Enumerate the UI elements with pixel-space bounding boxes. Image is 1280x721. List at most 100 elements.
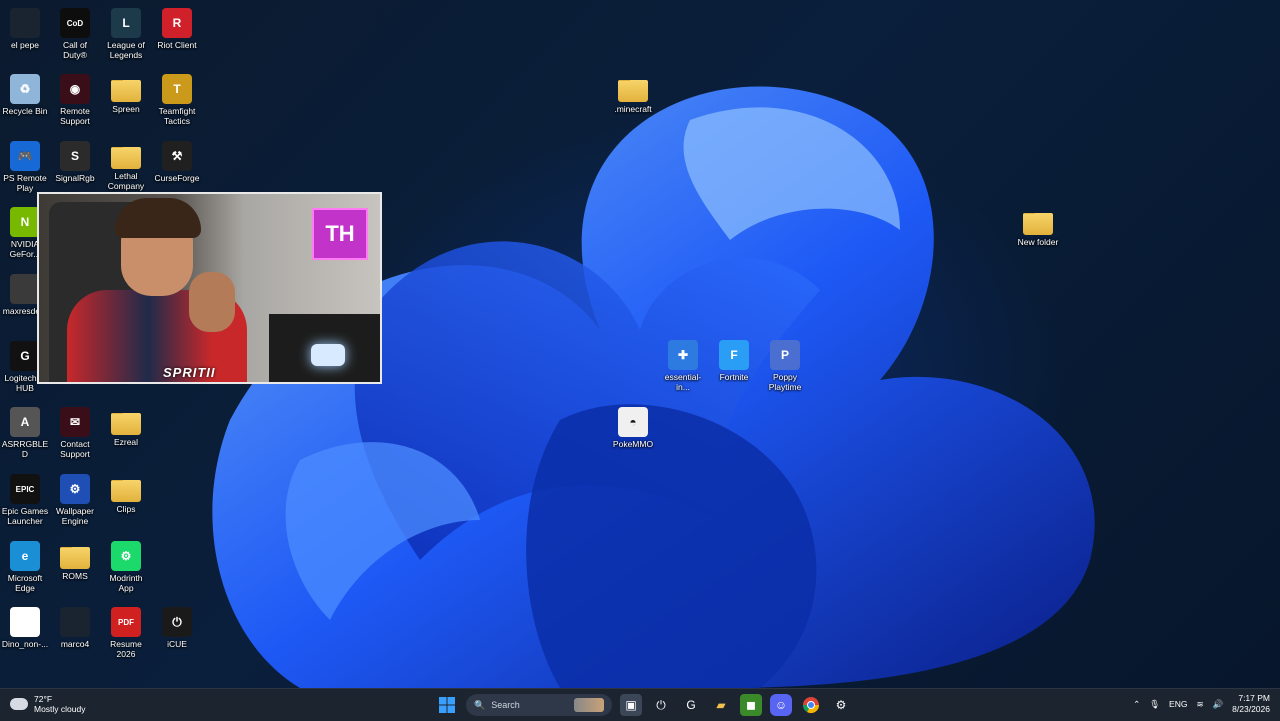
- icue-taskbar-icon[interactable]: ⏻: [650, 694, 672, 716]
- microphone-icon[interactable]: 🎙: [1149, 699, 1160, 710]
- taskbar-search[interactable]: 🔍 Search: [466, 694, 612, 716]
- logitech-g-hub-icon: G: [10, 341, 40, 371]
- folder-icon: [618, 80, 648, 102]
- el-pepe-icon: [10, 8, 40, 38]
- desktop-icon-asrrgbled[interactable]: A ASRRGBLED: [0, 407, 50, 459]
- desktop-icon-roms[interactable]: ROMS: [50, 541, 100, 581]
- streamer-logo: TH: [312, 208, 368, 260]
- essential-in-icon: ✚: [668, 340, 698, 370]
- desktop-icon-pokemmo[interactable]: ◓ PokeMMO: [608, 407, 658, 449]
- desktop-icon-recycle-bin[interactable]: ♻ Recycle Bin: [0, 74, 50, 116]
- desktop-icon-teamfight-tactics[interactable]: T Teamfight Tactics: [152, 74, 202, 126]
- desktop-icon-remote-support[interactable]: ◉ Remote Support: [50, 74, 100, 126]
- desktop-icon-label: Wallpaper Engine: [56, 506, 94, 526]
- desktop-icon-label: iCUE: [167, 639, 187, 649]
- desktop-icon-label: Poppy Playtime: [768, 372, 802, 392]
- weather-desc: Mostly cloudy: [34, 704, 86, 714]
- resume-2026-icon: PDF: [111, 607, 141, 637]
- teamfight-tactics-icon: T: [162, 74, 192, 104]
- desktop-icon-epic-games-launcher[interactable]: EPIC Epic Games Launcher: [0, 474, 50, 526]
- desktop-icon-label: PokeMMO: [612, 439, 654, 449]
- taskbar: 72°F Mostly cloudy 🔍 Search ▣ ⏻ G ▰ ◼ ☺ …: [0, 688, 1280, 721]
- desktop-icon-wallpaper-engine[interactable]: ⚙ Wallpaper Engine: [50, 474, 100, 526]
- desktop-icon-label: League of Legends: [107, 40, 145, 60]
- desktop-icon-fortnite[interactable]: F Fortnite: [709, 340, 759, 382]
- desktop-icon-label: PS Remote Play: [3, 173, 47, 193]
- pokemmo-icon: ◓: [618, 407, 648, 437]
- asrrgbled-icon: A: [10, 407, 40, 437]
- desktop-icon-label: Microsoft Edge: [7, 573, 43, 593]
- desktop-icon-label: Teamfight Tactics: [158, 106, 196, 126]
- desktop-icon-marco4[interactable]: marco4: [50, 607, 100, 649]
- curseforge-icon: ⚒: [162, 141, 192, 171]
- marco4-icon: [60, 607, 90, 637]
- desktop-icon-microsoft-edge[interactable]: e Microsoft Edge: [0, 541, 50, 593]
- desktop-icon-label: Fortnite: [719, 372, 749, 382]
- desktop-icon-essential-in[interactable]: ✚ essential-in...: [658, 340, 708, 392]
- wallpaper-engine-icon: ⚙: [60, 474, 90, 504]
- search-placeholder: Search: [491, 700, 520, 710]
- desktop-icon-label: marco4: [60, 639, 90, 649]
- maxresde-icon: [10, 274, 40, 304]
- wifi-icon[interactable]: ≋: [1196, 699, 1203, 710]
- desktop-icon-label: Clips: [116, 504, 136, 514]
- person-hair: [115, 198, 201, 238]
- contact-support-icon: ✉: [60, 407, 90, 437]
- desktop-icon-league-of-legends[interactable]: L League of Legends: [101, 8, 151, 60]
- language-indicator[interactable]: ENG: [1169, 699, 1187, 709]
- recycle-bin-icon: ♻: [10, 74, 40, 104]
- desktop-icon-el-pepe[interactable]: el pepe: [0, 8, 50, 50]
- desktop-icon-clips[interactable]: Clips: [101, 474, 151, 514]
- clock-time: 7:17 PM: [1238, 693, 1270, 703]
- icue-icon: ⏻: [162, 607, 192, 637]
- desktop-icon-call-of-duty[interactable]: CoD Call of Duty®: [50, 8, 100, 60]
- desktop-icon-poppy-playtime[interactable]: P Poppy Playtime: [760, 340, 810, 392]
- folder-icon: [111, 80, 141, 102]
- file-explorer-icon[interactable]: ▰: [710, 694, 732, 716]
- desktop-icon-modrinth-app[interactable]: ⚙ Modrinth App: [101, 541, 151, 593]
- desktop-icon-label: el pepe: [11, 40, 39, 50]
- desktop-icon-minecraft[interactable]: .minecraft: [608, 74, 658, 114]
- desktop-icon-label: Recycle Bin: [2, 106, 48, 116]
- desktop-icon-dino-non[interactable]: Dino_non-...: [0, 607, 50, 649]
- desktop[interactable]: el pepe CoD Call of Duty® L League of Legend…: [0, 0, 1280, 688]
- modrinth-app-icon: ⚙: [111, 541, 141, 571]
- search-highlight-art: [574, 698, 604, 712]
- desktop-icon-riot-client[interactable]: R Riot Client: [152, 8, 202, 50]
- desk-light: [311, 344, 345, 366]
- league-of-legends-icon: L: [111, 8, 141, 38]
- minecraft-launcher-icon[interactable]: ◼: [740, 694, 762, 716]
- desktop-icon-ezreal[interactable]: Ezreal: [101, 407, 151, 447]
- task-view-icon[interactable]: ▣: [620, 694, 642, 716]
- desktop-icon-resume-2026[interactable]: PDF Resume 2026: [101, 607, 151, 659]
- desktop-icon-label: New folder: [1017, 237, 1059, 247]
- epic-games-launcher-icon: EPIC: [10, 474, 40, 504]
- discord-icon[interactable]: ☺: [770, 694, 792, 716]
- desktop-icon-contact-support[interactable]: ✉ Contact Support: [50, 407, 100, 459]
- folder-icon: [1023, 213, 1053, 235]
- folder-icon: [60, 547, 90, 569]
- desktop-icon-label: Ezreal: [113, 437, 139, 447]
- desktop-icon-spreen[interactable]: Spreen: [101, 74, 151, 114]
- system-tray: ⌃ 🎙 ENG ≋ 🔊 7:17 PM 8/23/2026: [1133, 693, 1270, 715]
- desktop-icon-ps-remote-play[interactable]: 🎮 PS Remote Play: [0, 141, 50, 193]
- chevron-up-icon[interactable]: ⌃: [1133, 699, 1140, 710]
- desktop-icon-signalrgb[interactable]: S SignalRgb: [50, 141, 100, 183]
- riot-client-taskbar-icon[interactable]: ⚙: [830, 694, 852, 716]
- search-icon: 🔍: [474, 699, 486, 710]
- desktop-icon-lethal-company[interactable]: Lethal Company: [101, 141, 151, 191]
- start-button[interactable]: [436, 694, 458, 716]
- desktop-icon-icue[interactable]: ⏻ iCUE: [152, 607, 202, 649]
- desktop-icon-curseforge[interactable]: ⚒ CurseForge: [152, 141, 202, 183]
- clock[interactable]: 7:17 PM 8/23/2026: [1232, 693, 1270, 715]
- chrome-icon[interactable]: [800, 694, 822, 716]
- weather-widget[interactable]: 72°F Mostly cloudy: [10, 694, 86, 714]
- desktop-icon-label: Contact Support: [60, 439, 90, 459]
- desktop-icon-label: essential-in...: [664, 372, 702, 392]
- logitech-taskbar-icon[interactable]: G: [680, 694, 702, 716]
- webcam-watermark: SPRITII: [163, 365, 216, 380]
- desktop-icon-new-folder[interactable]: New folder: [1013, 207, 1063, 247]
- volume-icon[interactable]: 🔊: [1213, 699, 1224, 710]
- poppy-playtime-icon: P: [770, 340, 800, 370]
- desktop-icon-label: ASRRGBLED: [1, 439, 49, 459]
